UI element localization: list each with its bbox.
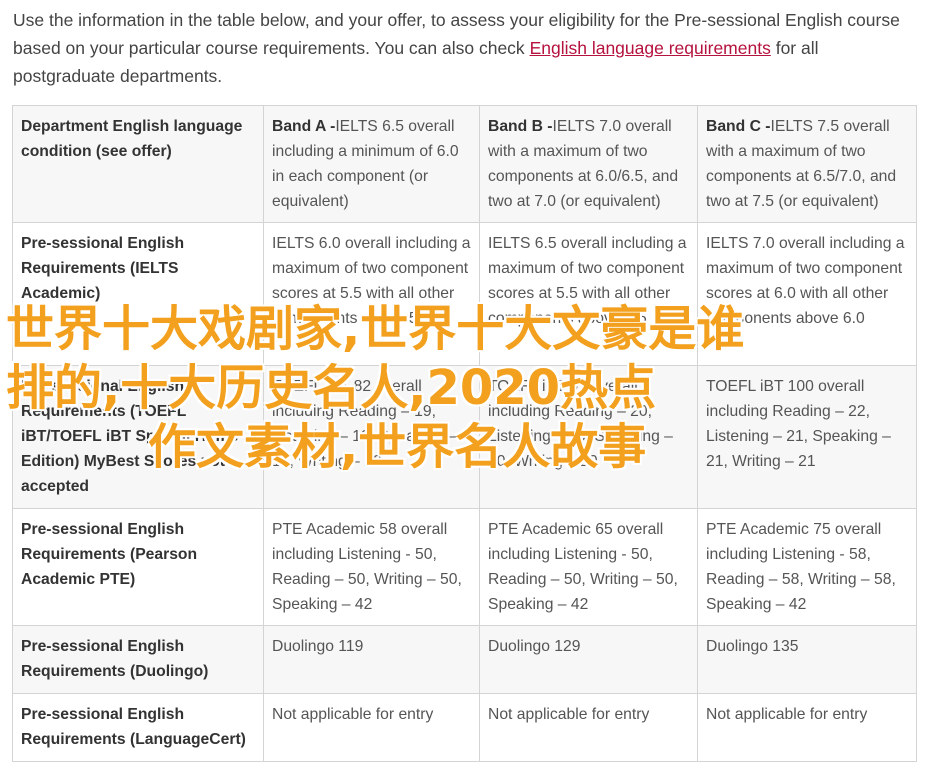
cell-toefl-band-a: TOEFL iBT 82 overall including Reading –… xyxy=(263,365,480,509)
band-b-label: Band B - xyxy=(488,118,553,135)
intro-paragraph: Use the information in the table below, … xyxy=(13,6,918,90)
cell-duolingo-band-c: Duolingo 135 xyxy=(697,625,917,694)
cell-languagecert-band-b: Not applicable for entry xyxy=(479,693,698,762)
table-header-row: Department English language condition (s… xyxy=(12,105,917,223)
cell-languagecert-band-a: Not applicable for entry xyxy=(263,693,480,762)
table-row-pte: Pre-sessional English Requirements (Pear… xyxy=(12,508,917,626)
cell-pte-band-a: PTE Academic 58 overall including Listen… xyxy=(263,508,480,626)
cell-duolingo-band-a: Duolingo 119 xyxy=(263,625,480,694)
cell-duolingo-band-b: Duolingo 129 xyxy=(479,625,698,694)
cell-pte-band-c: PTE Academic 75 overall including Listen… xyxy=(697,508,917,626)
cell-toefl-band-b: TOEFL iBT 92 overall including Reading –… xyxy=(479,365,698,509)
band-c-label: Band C - xyxy=(706,118,771,135)
cell-ielts-band-c: IELTS 7.0 overall including a maximum of… xyxy=(697,222,917,366)
band-a-label: Band A - xyxy=(272,118,336,135)
row-label-duolingo: Pre-sessional English Requirements (Duol… xyxy=(12,625,264,694)
cell-ielts-band-b: IELTS 6.5 overall including a maximum of… xyxy=(479,222,698,366)
row-label-ielts: Pre-sessional English Requirements (IELT… xyxy=(12,222,264,366)
cell-languagecert-band-c: Not applicable for entry xyxy=(697,693,917,762)
header-band-b-cell: Band B -IELTS 7.0 overall with a maximum… xyxy=(479,105,698,223)
table-row-ielts: Pre-sessional English Requirements (IELT… xyxy=(12,222,917,366)
header-band-c-cell: Band C -IELTS 7.5 overall with a maximum… xyxy=(697,105,917,223)
row-label-pte: Pre-sessional English Requirements (Pear… xyxy=(12,508,264,626)
english-language-requirements-link[interactable]: English language requirements xyxy=(530,38,771,58)
table-row-duolingo: Pre-sessional English Requirements (Duol… xyxy=(12,625,917,694)
table-row-languagecert: Pre-sessional English Requirements (Lang… xyxy=(12,693,917,762)
cell-toefl-band-c: TOEFL iBT 100 overall including Reading … xyxy=(697,365,917,509)
header-condition-cell: Department English language condition (s… xyxy=(12,105,264,223)
requirements-table: Department English language condition (s… xyxy=(12,105,917,762)
row-label-languagecert: Pre-sessional English Requirements (Lang… xyxy=(12,693,264,762)
cell-pte-band-b: PTE Academic 65 overall including Listen… xyxy=(479,508,698,626)
cell-ielts-band-a: IELTS 6.0 overall including a maximum of… xyxy=(263,222,480,366)
row-label-toefl: Pre-sessional English Requirements (TOEF… xyxy=(12,365,264,509)
table-row-toefl: Pre-sessional English Requirements (TOEF… xyxy=(12,365,917,509)
header-band-a-cell: Band A -IELTS 6.5 overall including a mi… xyxy=(263,105,480,223)
